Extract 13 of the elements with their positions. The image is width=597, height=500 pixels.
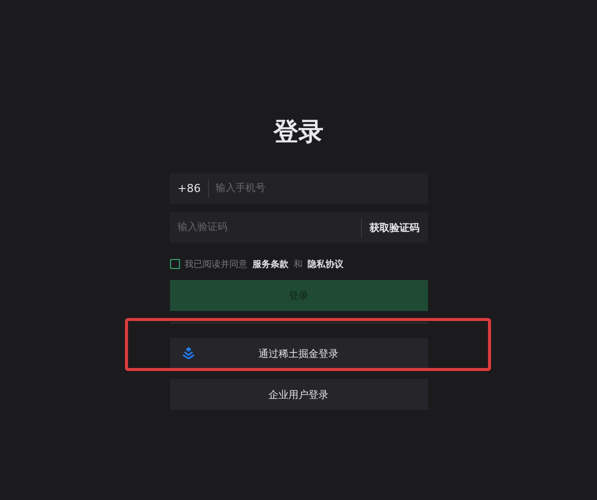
agreement-text: 我已阅读并同意 [184,258,248,270]
phone-field[interactable]: +86 输入手机号 [170,173,428,204]
terms-link[interactable]: 隐私协议 [308,258,344,270]
country-code[interactable]: +86 [178,180,209,198]
terms-link[interactable]: 服务条款 [252,258,288,270]
get-code-button[interactable]: 获取验证码 [370,220,420,234]
code-field[interactable]: 输入验证码 获取验证码 [170,212,428,243]
agreement-text: 和 [294,258,302,270]
alt-login-button[interactable]: 企业用户登录 [170,379,428,410]
alt-login-button[interactable]: 通过稀土掘金登录 [170,338,428,369]
layers-icon [182,347,194,359]
page-title: 登录 [274,116,324,148]
agree-checkbox[interactable] [170,259,180,269]
